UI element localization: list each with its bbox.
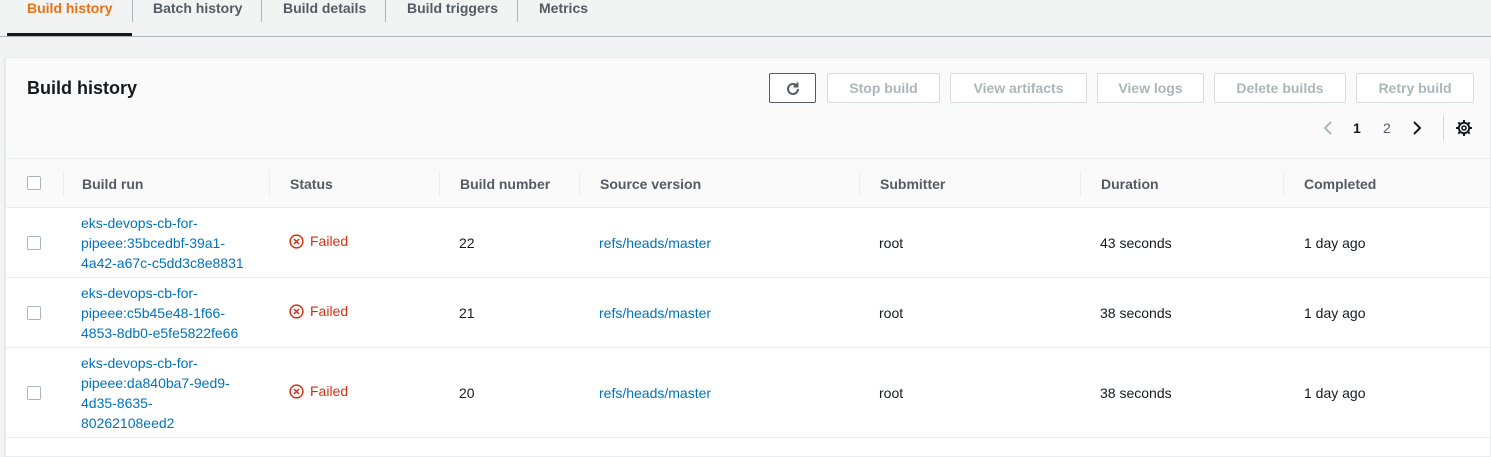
gear-icon[interactable]: [1455, 119, 1473, 142]
completed: 1 day ago: [1304, 305, 1366, 321]
column-header-completed[interactable]: Completed: [1304, 176, 1376, 192]
tab-build-history[interactable]: Build history: [27, 0, 113, 36]
submitter: root: [879, 235, 904, 251]
duration: 38 seconds: [1100, 305, 1172, 321]
build-run-line: 4a42-a67c-c5dd3c8e8831: [81, 255, 244, 271]
status-text: Failed: [310, 383, 349, 399]
stop-build-button[interactable]: Stop build: [827, 73, 940, 103]
tab-metrics[interactable]: Metrics: [539, 0, 588, 36]
column-header-status[interactable]: Status: [290, 176, 333, 192]
status-badge: Failed: [289, 383, 348, 399]
build-run-line: 80262108eed2: [81, 415, 175, 431]
source-version-link[interactable]: refs/heads/master: [599, 233, 711, 253]
status-text: Failed: [310, 233, 349, 249]
column-header-build-run[interactable]: Build run: [82, 176, 143, 192]
table-row: eks-devops-cb-for- pipeee:da840ba7-9ed9-…: [6, 348, 1490, 438]
status-badge: Failed: [289, 233, 348, 249]
tab-bar: Build history Batch history Build detail…: [0, 0, 1491, 37]
pagination-divider: [1443, 115, 1444, 141]
view-logs-button[interactable]: View logs: [1097, 73, 1204, 103]
build-run-line: pipeee:da840ba7-9ed9-: [81, 375, 230, 391]
tab-batch-history[interactable]: Batch history: [153, 0, 242, 36]
error-icon: [289, 383, 304, 399]
row-checkbox[interactable]: [27, 236, 41, 250]
build-history-panel: Build history Stop build View artifacts …: [5, 57, 1491, 457]
refresh-icon: [786, 82, 799, 95]
column-header-duration[interactable]: Duration: [1101, 176, 1159, 192]
error-icon: [289, 303, 304, 319]
error-icon: [289, 233, 304, 249]
build-run-link[interactable]: eks-devops-cb-for- pipeee:35bcedbf-39a1-…: [81, 213, 244, 273]
retry-build-button[interactable]: Retry build: [1356, 73, 1474, 103]
column-header-source-version[interactable]: Source version: [600, 176, 701, 192]
duration: 43 seconds: [1100, 235, 1172, 251]
source-version-link[interactable]: refs/heads/master: [599, 383, 711, 403]
submitter: root: [879, 305, 904, 321]
next-page-icon[interactable]: [1410, 120, 1424, 141]
row-checkbox[interactable]: [27, 386, 41, 400]
column-divider: [439, 171, 440, 196]
build-number: 22: [459, 235, 475, 251]
previous-page-icon[interactable]: [1321, 120, 1335, 141]
active-tab-indicator: [7, 33, 132, 36]
row-checkbox[interactable]: [27, 306, 41, 320]
build-run-line: pipeee:c5b45e48-1f66-: [81, 305, 226, 321]
view-artifacts-button[interactable]: View artifacts: [950, 73, 1087, 103]
tab-build-details[interactable]: Build details: [283, 0, 366, 36]
table-row: eks-devops-cb-for- pipeee:35bcedbf-39a1-…: [6, 208, 1490, 278]
refresh-button[interactable]: [769, 73, 816, 103]
completed: 1 day ago: [1304, 235, 1366, 251]
tab-divider: [261, 0, 262, 22]
column-divider: [269, 171, 270, 196]
tab-build-triggers[interactable]: Build triggers: [407, 0, 498, 36]
build-run-line: 4d35-8635-: [81, 395, 153, 411]
panel-header: Build history Stop build View artifacts …: [6, 58, 1490, 159]
build-run-link[interactable]: eks-devops-cb-for- pipeee:c5b45e48-1f66-…: [81, 283, 238, 343]
tab-divider: [132, 0, 133, 22]
status-text: Failed: [310, 303, 349, 319]
completed: 1 day ago: [1304, 385, 1366, 401]
column-divider: [1080, 171, 1081, 196]
build-run-line: eks-devops-cb-for-: [81, 285, 198, 301]
page-2-button[interactable]: 2: [1383, 120, 1391, 136]
column-header-submitter[interactable]: Submitter: [880, 176, 945, 192]
tab-divider: [517, 0, 518, 22]
column-header-build-number[interactable]: Build number: [460, 176, 550, 192]
build-run-link[interactable]: eks-devops-cb-for- pipeee:da840ba7-9ed9-…: [81, 353, 230, 433]
build-run-line: 4853-8db0-e5fe5822fe66: [81, 325, 239, 341]
table-row: eks-devops-cb-for- pipeee:c5b45e48-1f66-…: [6, 278, 1490, 348]
tab-divider: [385, 0, 386, 22]
source-version-link[interactable]: refs/heads/master: [599, 303, 711, 323]
column-divider: [1283, 171, 1284, 196]
page-1-button[interactable]: 1: [1353, 120, 1361, 136]
build-run-line: eks-devops-cb-for-: [81, 215, 198, 231]
build-run-line: eks-devops-cb-for-: [81, 355, 198, 371]
submitter: root: [879, 385, 904, 401]
build-number: 21: [459, 305, 475, 321]
build-number: 20: [459, 385, 475, 401]
delete-builds-button[interactable]: Delete builds: [1214, 73, 1346, 103]
column-divider: [859, 171, 860, 196]
panel-title: Build history: [27, 78, 138, 98]
build-run-line: pipeee:35bcedbf-39a1-: [81, 235, 226, 251]
status-badge: Failed: [289, 303, 348, 319]
column-divider: [63, 171, 64, 196]
duration: 38 seconds: [1100, 385, 1172, 401]
table-header: Build run Status Build number Source ver…: [6, 159, 1490, 208]
select-all-checkbox[interactable]: [27, 176, 41, 190]
column-divider: [579, 171, 580, 196]
